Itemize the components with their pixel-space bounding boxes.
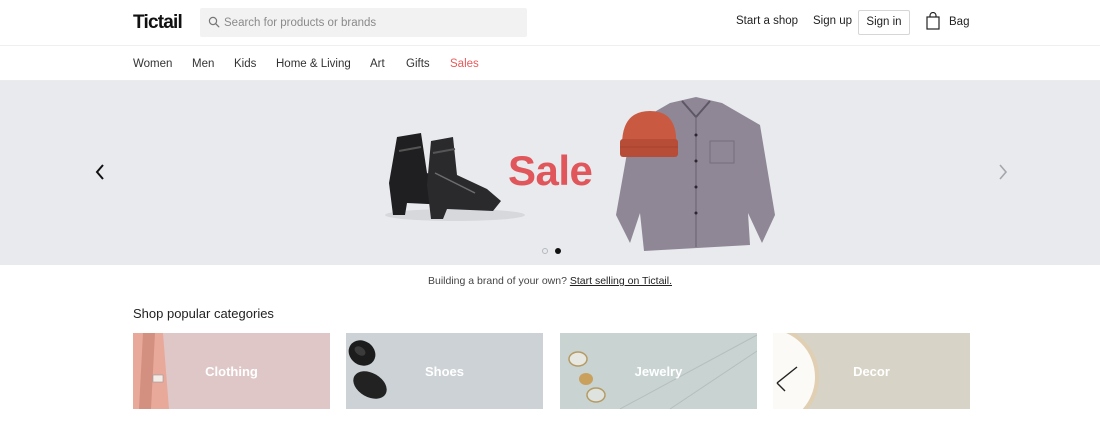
popular-categories-title: Shop popular categories: [133, 306, 274, 321]
tile-label-jewelry: Jewelry: [634, 364, 683, 379]
search-input[interactable]: [224, 8, 519, 37]
bag-link[interactable]: Bag: [949, 16, 969, 28]
tile-label-decor: Decor: [853, 364, 890, 379]
nav-art[interactable]: Art: [370, 58, 385, 70]
search-box[interactable]: [200, 8, 527, 37]
carousel-dot-1[interactable]: [542, 248, 548, 254]
search-icon: [208, 16, 220, 28]
category-tile-decor[interactable]: Decor: [773, 333, 970, 409]
beanie-image: [620, 111, 678, 157]
nav-gifts[interactable]: Gifts: [406, 58, 430, 70]
top-header: Tictail Start a shop Sign up Sign in Bag: [0, 0, 1100, 46]
category-nav: Women Men Kids Home & Living Art Gifts S…: [0, 47, 1100, 81]
category-tile-clothing[interactable]: Clothing: [133, 333, 330, 409]
promo-text: Building a brand of your own?: [428, 275, 567, 287]
hero-headline: Sale: [508, 147, 593, 194]
nav-home-living[interactable]: Home & Living: [276, 58, 351, 70]
nav-sales[interactable]: Sales: [450, 58, 479, 70]
boots-image: [385, 133, 525, 221]
category-tile-shoes[interactable]: Shoes: [346, 333, 543, 409]
tile-label-shoes: Shoes: [424, 364, 464, 379]
carousel-dot-2[interactable]: [555, 248, 561, 254]
seller-promo: Building a brand of your own? Start sell…: [0, 275, 1100, 287]
carousel-next-arrow-icon[interactable]: [996, 162, 1010, 182]
carousel-prev-arrow-icon[interactable]: [93, 162, 107, 182]
sign-in-button[interactable]: Sign in: [858, 10, 910, 35]
nav-men[interactable]: Men: [192, 58, 214, 70]
start-selling-link[interactable]: Start selling on Tictail.: [570, 275, 672, 287]
nav-kids[interactable]: Kids: [234, 58, 256, 70]
tile-label-clothing: Clothing: [205, 364, 258, 379]
bag-icon[interactable]: [926, 12, 940, 30]
hero-carousel: Sale: [0, 81, 1100, 265]
start-shop-link[interactable]: Start a shop: [736, 15, 798, 27]
category-tile-jewelry[interactable]: Jewelry: [560, 333, 757, 409]
logo[interactable]: Tictail: [133, 12, 183, 34]
nav-women[interactable]: Women: [133, 58, 172, 70]
sign-up-link[interactable]: Sign up: [813, 15, 852, 27]
